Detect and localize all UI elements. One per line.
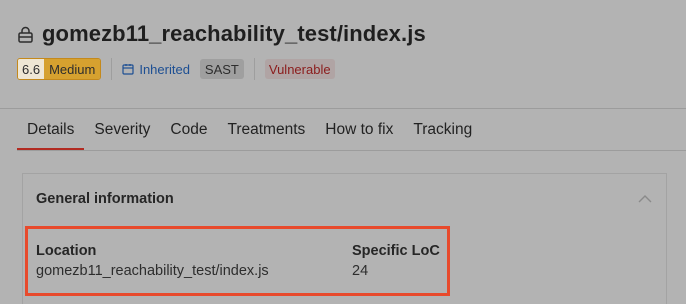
badge-row: 6.6 Medium Inherited SAST Vulnerable	[17, 58, 686, 80]
divider	[253, 58, 255, 80]
divider	[111, 58, 113, 80]
title-row: gomezb11_reachability_test/index.js	[17, 20, 686, 48]
location-label: Location	[36, 243, 97, 259]
inherited-tag: Inherited	[122, 62, 190, 77]
general-info-header[interactable]: General information	[36, 191, 652, 207]
tab-severity[interactable]: Severity	[84, 109, 160, 150]
calendar-icon	[122, 63, 134, 75]
section-title: General information	[36, 191, 174, 207]
severity-score: 6.6	[18, 59, 45, 79]
location-value: gomezb11_reachability_test/index.js	[36, 263, 269, 279]
inherited-label: Inherited	[139, 61, 190, 77]
location-field: Location gomezb11_reachability_test/inde…	[36, 243, 269, 279]
sast-tag: SAST	[199, 59, 244, 79]
specific-loc-label: Specific LoC	[352, 243, 440, 259]
vulnerable-tag: Vulnerable	[264, 59, 335, 79]
specific-loc-value: 24	[352, 263, 369, 279]
severity-level: Medium	[44, 59, 101, 79]
location-details: Location gomezb11_reachability_test/inde…	[25, 226, 450, 296]
chevron-up-icon[interactable]	[638, 194, 652, 204]
lock-icon	[17, 26, 34, 43]
tab-details[interactable]: Details	[17, 109, 85, 151]
tab-tracking[interactable]: Tracking	[403, 109, 482, 150]
page-title: gomezb11_reachability_test/index.js	[42, 21, 426, 46]
severity-badge: 6.6 Medium	[17, 58, 102, 80]
page-header: gomezb11_reachability_test/index.js 6.6 …	[17, 20, 686, 80]
divider	[17, 150, 686, 151]
tab-bar: Details Severity Code Treatments How to …	[17, 109, 686, 151]
tab-code[interactable]: Code	[160, 109, 217, 150]
vulnerability-page: gomezb11_reachability_test/index.js 6.6 …	[0, 0, 686, 304]
specific-loc-field: Specific LoC 24	[352, 243, 440, 279]
tab-treatments[interactable]: Treatments	[217, 109, 315, 150]
tab-how-to-fix[interactable]: How to fix	[315, 109, 403, 150]
